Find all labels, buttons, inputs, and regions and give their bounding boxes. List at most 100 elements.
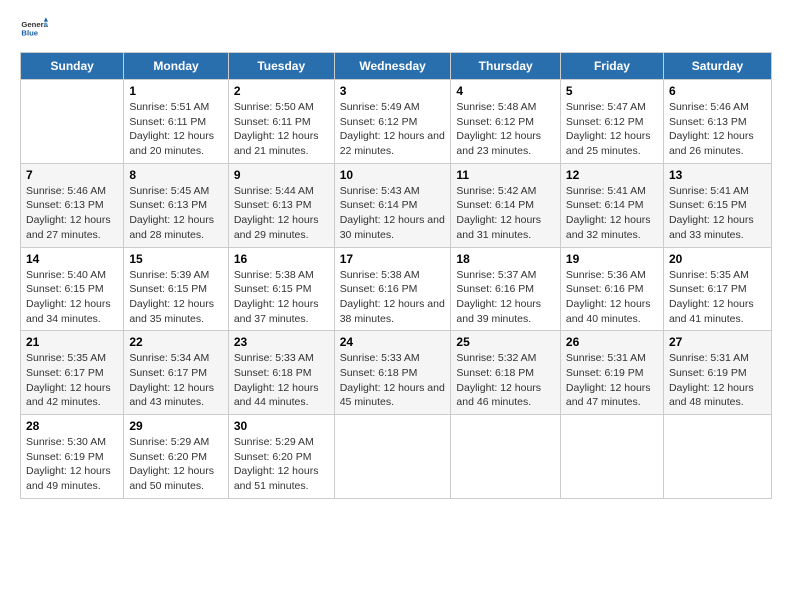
calendar-cell: 6Sunrise: 5:46 AMSunset: 6:13 PMDaylight…	[663, 80, 771, 164]
day-number: 15	[129, 252, 222, 266]
calendar-week-row: 7 Sunrise: 5:46 AMSunset: 6:13 PMDaylight…	[21, 163, 772, 247]
calendar-cell: 10 Sunrise: 5:43 AMSunset: 6:14 PMDayligh…	[334, 163, 451, 247]
day-number: 21	[26, 335, 118, 349]
calendar-cell: 11 Sunrise: 5:42 AMSunset: 6:14 PMDayligh…	[451, 163, 561, 247]
day-number: 13	[669, 168, 766, 182]
logo-icon: General Blue	[20, 16, 48, 44]
calendar-cell	[663, 415, 771, 499]
calendar-cell: 20 Sunrise: 5:35 AMSunset: 6:17 PMDayligh…	[663, 247, 771, 331]
calendar-cell: 29 Sunrise: 5:29 AMSunset: 6:20 PMDayligh…	[124, 415, 228, 499]
weekday-header: Friday	[560, 53, 663, 80]
calendar-cell: 25 Sunrise: 5:32 AMSunset: 6:18 PMDayligh…	[451, 331, 561, 415]
calendar-cell: 27Sunrise: 5:31 AMSunset: 6:19 PMDayligh…	[663, 331, 771, 415]
calendar-cell: 18 Sunrise: 5:37 AMSunset: 6:16 PMDayligh…	[451, 247, 561, 331]
cell-info: Sunrise: 5:51 AMSunset: 6:11 PMDaylight:…	[129, 100, 222, 159]
calendar-cell: 8 Sunrise: 5:45 AMSunset: 6:13 PMDaylight…	[124, 163, 228, 247]
cell-info: Sunrise: 5:33 AMSunset: 6:18 PMDaylight:…	[234, 351, 329, 410]
day-number: 14	[26, 252, 118, 266]
weekday-header: Sunday	[21, 53, 124, 80]
day-number: 28	[26, 419, 118, 433]
weekday-header: Tuesday	[228, 53, 334, 80]
calendar-week-row: 21Sunrise: 5:35 AMSunset: 6:17 PMDayligh…	[21, 331, 772, 415]
day-number: 29	[129, 419, 222, 433]
calendar-cell: 13 Sunrise: 5:41 AMSunset: 6:15 PMDayligh…	[663, 163, 771, 247]
cell-info: Sunrise: 5:45 AMSunset: 6:13 PMDaylight:…	[129, 184, 222, 243]
day-number: 1	[129, 84, 222, 98]
calendar-cell: 3 Sunrise: 5:49 AMSunset: 6:12 PMDaylight…	[334, 80, 451, 164]
day-number: 11	[456, 168, 555, 182]
day-number: 27	[669, 335, 766, 349]
cell-info: Sunrise: 5:49 AMSunset: 6:12 PMDaylight:…	[340, 100, 446, 159]
day-number: 23	[234, 335, 329, 349]
svg-text:Blue: Blue	[21, 29, 38, 38]
cell-info: Sunrise: 5:29 AMSunset: 6:20 PMDaylight:…	[234, 435, 329, 494]
cell-info: Sunrise: 5:39 AMSunset: 6:15 PMDaylight:…	[129, 268, 222, 327]
calendar-cell: 22Sunrise: 5:34 AMSunset: 6:17 PMDayligh…	[124, 331, 228, 415]
weekday-header: Saturday	[663, 53, 771, 80]
calendar-cell: 30 Sunrise: 5:29 AMSunset: 6:20 PMDayligh…	[228, 415, 334, 499]
cell-info: Sunrise: 5:44 AMSunset: 6:13 PMDaylight:…	[234, 184, 329, 243]
day-number: 18	[456, 252, 555, 266]
cell-info: Sunrise: 5:42 AMSunset: 6:14 PMDaylight:…	[456, 184, 555, 243]
calendar-cell: 15 Sunrise: 5:39 AMSunset: 6:15 PMDayligh…	[124, 247, 228, 331]
day-number: 20	[669, 252, 766, 266]
calendar-cell: 28 Sunrise: 5:30 AMSunset: 6:19 PMDayligh…	[21, 415, 124, 499]
calendar-cell	[334, 415, 451, 499]
cell-info: Sunrise: 5:33 AMSunset: 6:18 PMDaylight:…	[340, 351, 446, 410]
calendar-cell: 12Sunrise: 5:41 AMSunset: 6:14 PMDayligh…	[560, 163, 663, 247]
day-number: 26	[566, 335, 658, 349]
day-number: 19	[566, 252, 658, 266]
cell-info: Sunrise: 5:36 AMSunset: 6:16 PMDaylight:…	[566, 268, 658, 327]
weekday-header: Thursday	[451, 53, 561, 80]
calendar-cell: 1 Sunrise: 5:51 AMSunset: 6:11 PMDaylight…	[124, 80, 228, 164]
day-number: 9	[234, 168, 329, 182]
weekday-header: Monday	[124, 53, 228, 80]
day-number: 5	[566, 84, 658, 98]
cell-info: Sunrise: 5:41 AMSunset: 6:15 PMDaylight:…	[669, 184, 766, 243]
calendar-header-row: SundayMondayTuesdayWednesdayThursdayFrid…	[21, 53, 772, 80]
calendar-cell: 24 Sunrise: 5:33 AMSunset: 6:18 PMDayligh…	[334, 331, 451, 415]
logo: General Blue	[20, 16, 48, 44]
calendar-cell: 26 Sunrise: 5:31 AMSunset: 6:19 PMDayligh…	[560, 331, 663, 415]
cell-info: Sunrise: 5:50 AMSunset: 6:11 PMDaylight:…	[234, 100, 329, 159]
cell-info: Sunrise: 5:31 AMSunset: 6:19 PMDaylight:…	[566, 351, 658, 410]
calendar-cell: 21Sunrise: 5:35 AMSunset: 6:17 PMDayligh…	[21, 331, 124, 415]
calendar-cell: 2 Sunrise: 5:50 AMSunset: 6:11 PMDaylight…	[228, 80, 334, 164]
cell-info: Sunrise: 5:48 AMSunset: 6:12 PMDaylight:…	[456, 100, 555, 159]
cell-info: Sunrise: 5:32 AMSunset: 6:18 PMDaylight:…	[456, 351, 555, 410]
cell-info: Sunrise: 5:29 AMSunset: 6:20 PMDaylight:…	[129, 435, 222, 494]
cell-info: Sunrise: 5:46 AMSunset: 6:13 PMDaylight:…	[26, 184, 118, 243]
day-number: 24	[340, 335, 446, 349]
calendar-cell: 5Sunrise: 5:47 AMSunset: 6:12 PMDaylight…	[560, 80, 663, 164]
cell-info: Sunrise: 5:43 AMSunset: 6:14 PMDaylight:…	[340, 184, 446, 243]
cell-info: Sunrise: 5:38 AMSunset: 6:16 PMDaylight:…	[340, 268, 446, 327]
day-number: 7	[26, 168, 118, 182]
calendar-cell	[21, 80, 124, 164]
cell-info: Sunrise: 5:38 AMSunset: 6:15 PMDaylight:…	[234, 268, 329, 327]
weekday-header: Wednesday	[334, 53, 451, 80]
calendar-cell: 14 Sunrise: 5:40 AMSunset: 6:15 PMDayligh…	[21, 247, 124, 331]
cell-info: Sunrise: 5:30 AMSunset: 6:19 PMDaylight:…	[26, 435, 118, 494]
cell-info: Sunrise: 5:41 AMSunset: 6:14 PMDaylight:…	[566, 184, 658, 243]
day-number: 3	[340, 84, 446, 98]
day-number: 6	[669, 84, 766, 98]
page-header: General Blue	[20, 16, 772, 44]
day-number: 4	[456, 84, 555, 98]
cell-info: Sunrise: 5:35 AMSunset: 6:17 PMDaylight:…	[669, 268, 766, 327]
calendar-cell: 16Sunrise: 5:38 AMSunset: 6:15 PMDayligh…	[228, 247, 334, 331]
day-number: 8	[129, 168, 222, 182]
cell-info: Sunrise: 5:40 AMSunset: 6:15 PMDaylight:…	[26, 268, 118, 327]
calendar-cell	[560, 415, 663, 499]
day-number: 17	[340, 252, 446, 266]
calendar-cell: 7 Sunrise: 5:46 AMSunset: 6:13 PMDaylight…	[21, 163, 124, 247]
calendar-cell: 19 Sunrise: 5:36 AMSunset: 6:16 PMDayligh…	[560, 247, 663, 331]
calendar-week-row: 1 Sunrise: 5:51 AMSunset: 6:11 PMDaylight…	[21, 80, 772, 164]
calendar-cell	[451, 415, 561, 499]
day-number: 25	[456, 335, 555, 349]
day-number: 2	[234, 84, 329, 98]
day-number: 30	[234, 419, 329, 433]
cell-info: Sunrise: 5:37 AMSunset: 6:16 PMDaylight:…	[456, 268, 555, 327]
calendar-cell: 9 Sunrise: 5:44 AMSunset: 6:13 PMDaylight…	[228, 163, 334, 247]
day-number: 10	[340, 168, 446, 182]
calendar-cell: 17 Sunrise: 5:38 AMSunset: 6:16 PMDayligh…	[334, 247, 451, 331]
